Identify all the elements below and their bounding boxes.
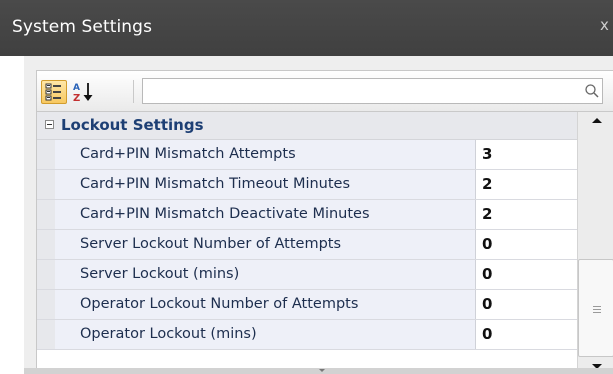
property-grid: A Z Lockout Settings Card+PIN Mismatch A… bbox=[36, 70, 613, 374]
svg-text:Z: Z bbox=[73, 93, 80, 104]
property-rows: Lockout Settings Card+PIN Mismatch Attem… bbox=[37, 112, 577, 374]
property-value-cell[interactable]: 0 bbox=[476, 230, 577, 259]
property-name: Card+PIN Mismatch Attempts bbox=[80, 146, 296, 162]
title-bar[interactable]: System Settings x bbox=[0, 0, 613, 56]
close-icon[interactable]: x bbox=[600, 16, 609, 34]
property-value: 0 bbox=[482, 325, 493, 343]
property-value-cell[interactable]: 2 bbox=[476, 170, 577, 199]
row-gutter bbox=[37, 170, 55, 199]
collapse-icon[interactable] bbox=[45, 120, 54, 129]
property-row[interactable]: Operator Lockout Number of Attempts 0 bbox=[37, 290, 577, 320]
row-gutter bbox=[37, 200, 55, 229]
splitter-arrow-icon bbox=[319, 369, 325, 372]
scroll-up-icon[interactable] bbox=[578, 112, 613, 130]
property-search-input[interactable] bbox=[142, 78, 603, 104]
vertical-scrollbar[interactable] bbox=[577, 112, 613, 374]
toolbar-separator bbox=[133, 80, 134, 103]
grip-icon bbox=[593, 306, 601, 315]
svg-text:A: A bbox=[73, 83, 80, 93]
property-name-cell: Card+PIN Mismatch Deactivate Minutes bbox=[55, 200, 476, 229]
property-value: 0 bbox=[482, 235, 493, 253]
window-title: System Settings bbox=[12, 17, 153, 37]
property-name-cell: Server Lockout (mins) bbox=[55, 260, 476, 289]
property-value: 0 bbox=[482, 295, 493, 313]
row-gutter bbox=[37, 140, 55, 169]
property-value: 3 bbox=[482, 145, 493, 163]
row-gutter bbox=[37, 260, 55, 289]
row-gutter bbox=[37, 230, 55, 259]
property-grid-toolbar: A Z bbox=[37, 71, 613, 112]
property-row[interactable]: Card+PIN Mismatch Attempts 3 bbox=[37, 140, 577, 170]
scrollbar-thumb[interactable] bbox=[578, 259, 613, 357]
property-name: Operator Lockout Number of Attempts bbox=[80, 296, 359, 312]
window-content: A Z Lockout Settings Card+PIN Mismatch A… bbox=[24, 56, 613, 374]
panel-splitter[interactable] bbox=[24, 368, 613, 374]
property-name-cell: Operator Lockout Number of Attempts bbox=[55, 290, 476, 319]
property-name-cell: Card+PIN Mismatch Timeout Minutes bbox=[55, 170, 476, 199]
property-value-cell[interactable]: 3 bbox=[476, 140, 577, 169]
property-row[interactable]: Card+PIN Mismatch Deactivate Minutes 2 bbox=[37, 200, 577, 230]
property-value-cell[interactable]: 0 bbox=[476, 320, 577, 349]
row-gutter bbox=[37, 320, 55, 349]
system-settings-window: System Settings x A Z Lockout Settings C… bbox=[0, 0, 613, 374]
property-name: Server Lockout (mins) bbox=[80, 266, 240, 282]
property-name-cell: Card+PIN Mismatch Attempts bbox=[55, 140, 476, 169]
category-row-lockout-settings[interactable]: Lockout Settings bbox=[37, 112, 577, 140]
row-gutter bbox=[37, 290, 55, 319]
property-name-cell: Operator Lockout (mins) bbox=[55, 320, 476, 349]
sort-alphabetical-button[interactable]: A Z bbox=[70, 80, 96, 104]
property-value: 2 bbox=[482, 175, 493, 193]
property-value: 2 bbox=[482, 205, 493, 223]
category-label: Lockout Settings bbox=[61, 116, 204, 134]
property-row[interactable]: Server Lockout Number of Attempts 0 bbox=[37, 230, 577, 260]
categorized-view-icon bbox=[45, 83, 61, 101]
property-name: Server Lockout Number of Attempts bbox=[80, 236, 342, 252]
sort-az-icon: A Z bbox=[73, 83, 93, 104]
property-name-cell: Server Lockout Number of Attempts bbox=[55, 230, 476, 259]
search-icon[interactable] bbox=[584, 83, 600, 99]
property-value-cell[interactable]: 0 bbox=[476, 260, 577, 289]
property-name: Card+PIN Mismatch Timeout Minutes bbox=[80, 176, 351, 192]
property-name: Card+PIN Mismatch Deactivate Minutes bbox=[80, 206, 370, 222]
property-row[interactable]: Card+PIN Mismatch Timeout Minutes 2 bbox=[37, 170, 577, 200]
property-value-cell[interactable]: 0 bbox=[476, 290, 577, 319]
property-row[interactable]: Server Lockout (mins) 0 bbox=[37, 260, 577, 290]
property-name: Operator Lockout (mins) bbox=[80, 326, 257, 342]
categorized-view-button[interactable] bbox=[41, 80, 67, 104]
property-row[interactable]: Operator Lockout (mins) 0 bbox=[37, 320, 577, 350]
property-value-cell[interactable]: 2 bbox=[476, 200, 577, 229]
property-value: 0 bbox=[482, 265, 493, 283]
